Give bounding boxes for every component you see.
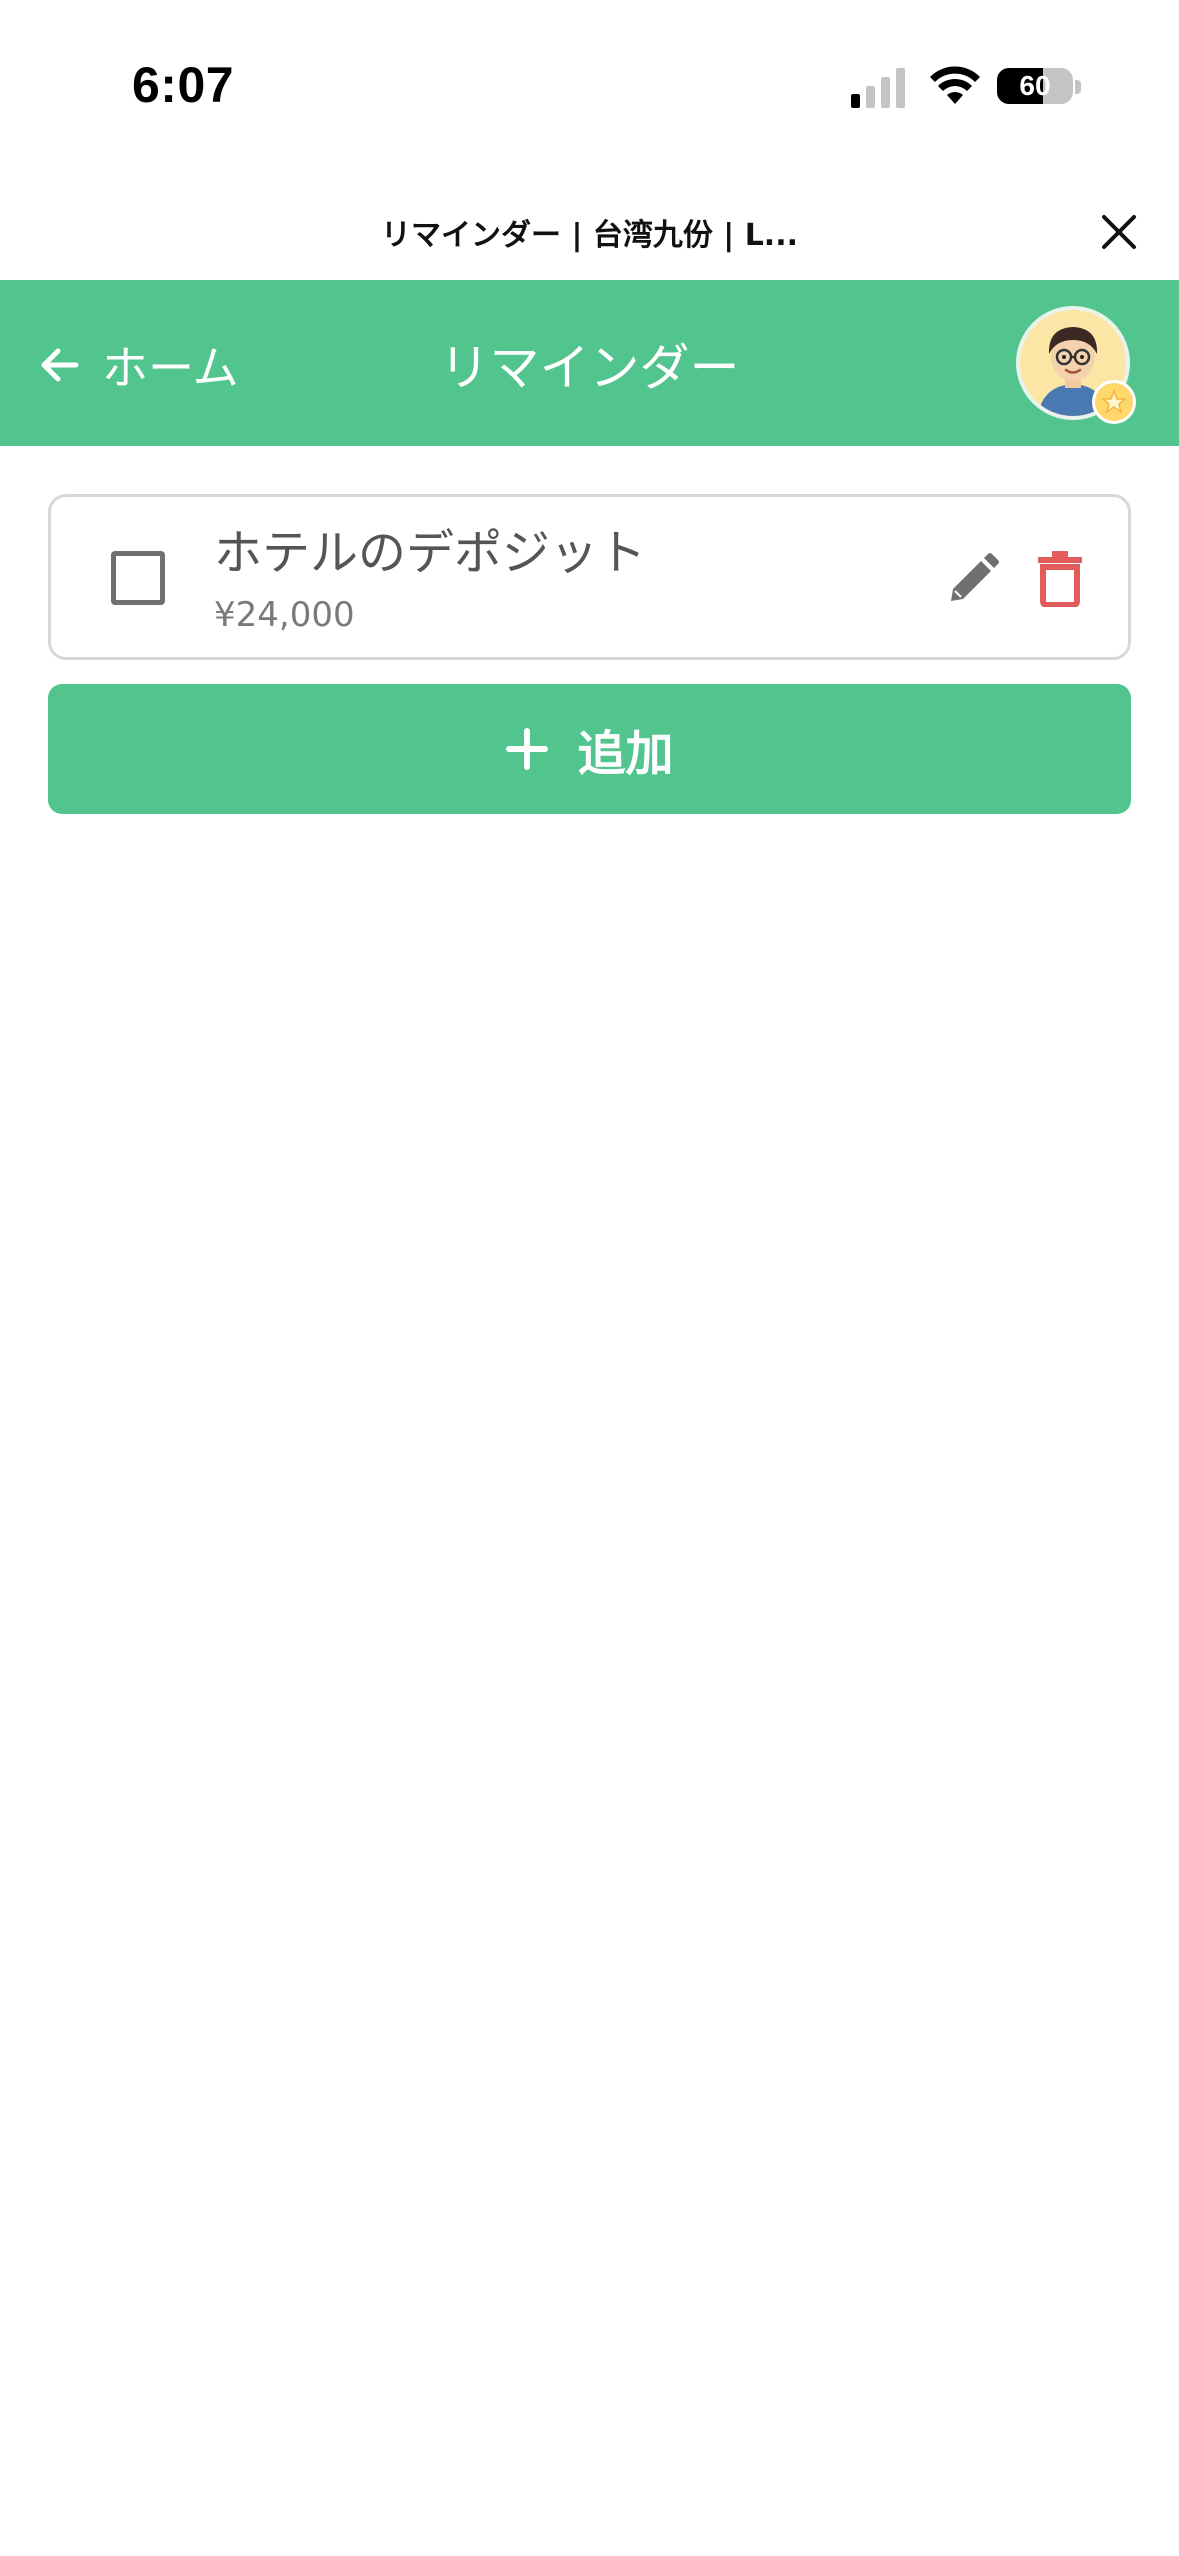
avatar-button[interactable] [1016, 306, 1136, 426]
page-title: リマインダー [439, 339, 740, 397]
battery-level: 60 [1019, 70, 1051, 101]
close-icon[interactable] [1089, 202, 1149, 262]
reminder-amount: ¥24,000 [214, 595, 355, 635]
reminder-item: ホテルのデポジット ¥24,000 [48, 494, 1131, 660]
star-badge-icon [1092, 380, 1136, 424]
battery-icon: 60 [997, 68, 1073, 104]
add-button[interactable]: 追加 [48, 684, 1131, 814]
wifi-icon [930, 66, 980, 104]
status-time: 6:07 [132, 57, 235, 113]
battery-tip [1075, 80, 1081, 94]
status-icons: 60 [779, 60, 1179, 110]
browser-title: リマインダー | 台湾九份 | L... [381, 218, 798, 253]
pencil-icon[interactable] [943, 551, 1001, 609]
browser-title-bar: リマインダー | 台湾九份 | L... [0, 180, 1179, 280]
arrow-left-icon [41, 348, 79, 382]
cellular-signal-icon [851, 68, 905, 108]
reminder-checkbox[interactable] [111, 551, 165, 605]
reminder-title: ホテルのデポジット [214, 525, 647, 581]
app-header: ホーム リマインダー [0, 280, 1179, 446]
back-label: ホーム [102, 341, 239, 395]
screen: 6:07 60 リマインダー | 台湾九份 | L... ホーム リマインダー … [0, 0, 1179, 2556]
status-bar: 6:07 60 [0, 0, 1179, 180]
add-button-label: 追加 [577, 726, 674, 782]
back-button[interactable]: ホーム [38, 330, 239, 400]
trash-icon[interactable] [1035, 549, 1085, 607]
plus-icon [506, 728, 549, 770]
